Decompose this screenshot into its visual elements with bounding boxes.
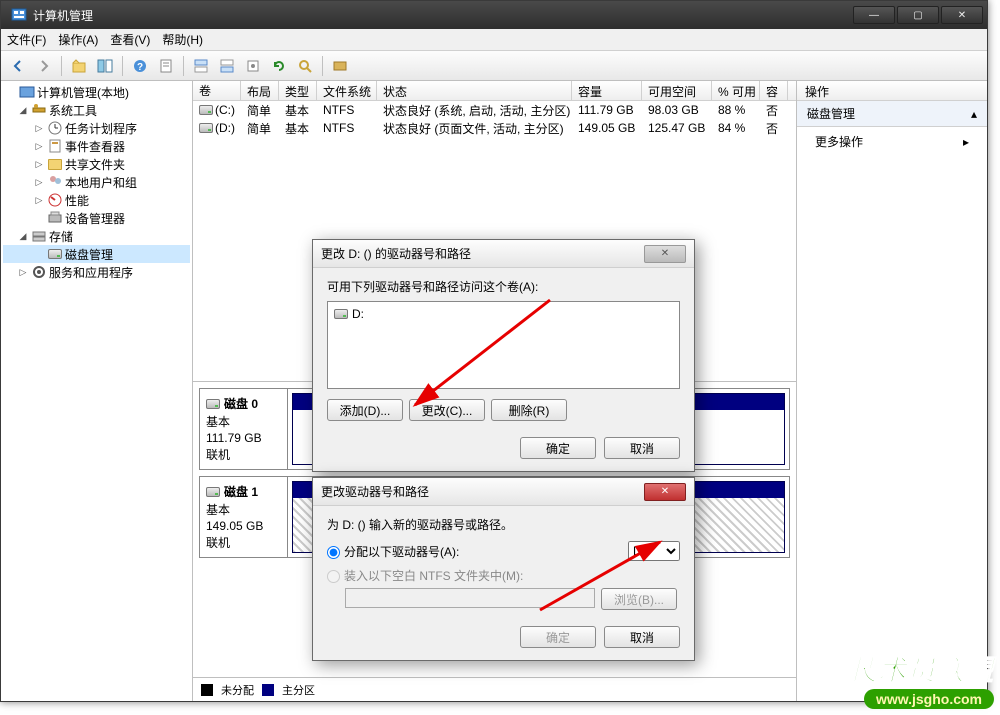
volume-row[interactable]: (D:) 简单 基本 NTFS 状态良好 (页面文件, 活动, 主分区) 149…: [193, 119, 796, 137]
maximize-button[interactable]: ▢: [897, 6, 939, 24]
mount-path-textbox[interactable]: [345, 588, 595, 608]
toolbar: ?: [1, 51, 987, 81]
back-button[interactable]: [7, 55, 29, 77]
remove-button[interactable]: 删除(R): [491, 399, 567, 421]
dialog1-instruction: 可用下列驱动器号和路径访问这个卷(A):: [327, 278, 680, 295]
col-type[interactable]: 类型: [279, 81, 317, 100]
dialog2-cancel-button[interactable]: 取消: [604, 626, 680, 648]
show-hide-tree-button[interactable]: [94, 55, 116, 77]
tree-storage[interactable]: ◢存储: [3, 227, 190, 245]
tree-root[interactable]: 计算机管理(本地): [3, 83, 190, 101]
col-fault[interactable]: 容: [760, 81, 788, 100]
mount-radio-label[interactable]: 装入以下空白 NTFS 文件夹中(M):: [327, 569, 523, 583]
col-capacity[interactable]: 容量: [572, 81, 642, 100]
properties-button[interactable]: [155, 55, 177, 77]
dialog1-close-button[interactable]: ✕: [644, 245, 686, 263]
chevron-right-icon: ▸: [963, 135, 969, 149]
tree-event-viewer[interactable]: ▷事件查看器: [3, 137, 190, 155]
change-letter-dialog: 更改驱动器号和路径 ✕ 为 D: () 输入新的驱动器号或路径。 分配以下驱动器…: [312, 477, 695, 661]
drive-icon: [199, 123, 213, 133]
titlebar: 计算机管理 — ▢ ✕: [1, 1, 987, 29]
menu-action[interactable]: 操作(A): [58, 31, 98, 48]
help-button[interactable]: ?: [129, 55, 151, 77]
app-icon: [11, 7, 27, 23]
svg-text:?: ?: [137, 62, 143, 73]
close-button[interactable]: ✕: [941, 6, 983, 24]
mount-folder-radio[interactable]: [327, 570, 340, 583]
volume-row[interactable]: (C:) 简单 基本 NTFS 状态良好 (系统, 启动, 活动, 主分区) 1…: [193, 101, 796, 119]
tree-services-apps[interactable]: ▷服务和应用程序: [3, 263, 190, 281]
col-layout[interactable]: 布局: [241, 81, 279, 100]
col-volume[interactable]: 卷: [193, 81, 241, 100]
tree-task-scheduler[interactable]: ▷任务计划程序: [3, 119, 190, 137]
volume-headers[interactable]: 卷 布局 类型 文件系统 状态 容量 可用空间 % 可用 容: [193, 81, 796, 101]
tree-disk-management[interactable]: 磁盘管理: [3, 245, 190, 263]
col-pct[interactable]: % 可用: [712, 81, 760, 100]
rescan-button[interactable]: [294, 55, 316, 77]
legend: 未分配 主分区: [193, 677, 796, 701]
collapse-icon: ▴: [971, 107, 977, 121]
dialog2-ok-button[interactable]: 确定: [520, 626, 596, 648]
assign-radio-label[interactable]: 分配以下驱动器号(A):: [327, 543, 459, 560]
actions-more[interactable]: 更多操作▸: [797, 127, 987, 156]
actions-section[interactable]: 磁盘管理▴: [797, 101, 987, 127]
add-button[interactable]: 添加(D)...: [327, 399, 403, 421]
change-drive-dialog: 更改 D: () 的驱动器号和路径 ✕ 可用下列驱动器号和路径访问这个卷(A):…: [312, 239, 695, 472]
dialog2-titlebar[interactable]: 更改驱动器号和路径 ✕: [313, 478, 694, 506]
dialog2-close-button[interactable]: ✕: [644, 483, 686, 501]
actions-pane: 操作 磁盘管理▴ 更多操作▸: [797, 81, 987, 701]
col-free[interactable]: 可用空间: [642, 81, 712, 100]
view-bottom-button[interactable]: [216, 55, 238, 77]
col-fs[interactable]: 文件系统: [317, 81, 377, 100]
dialog2-instruction: 为 D: () 输入新的驱动器号或路径。: [327, 516, 680, 533]
dialog1-titlebar[interactable]: 更改 D: () 的驱动器号和路径 ✕: [313, 240, 694, 268]
extra-button[interactable]: [329, 55, 351, 77]
window-title: 计算机管理: [33, 7, 853, 24]
actions-header: 操作: [797, 81, 987, 101]
dialog1-title: 更改 D: () 的驱动器号和路径: [321, 245, 471, 262]
menu-view[interactable]: 查看(V): [110, 31, 150, 48]
browse-button[interactable]: 浏览(B)...: [601, 588, 677, 610]
drive-icon: [199, 105, 213, 115]
assign-letter-radio[interactable]: [327, 546, 340, 559]
disk-info: 磁盘 0 基本 111.79 GB 联机: [200, 389, 288, 469]
disk-info: 磁盘 1 基本 149.05 GB 联机: [200, 477, 288, 557]
menu-help[interactable]: 帮助(H): [162, 31, 203, 48]
dialog1-cancel-button[interactable]: 取消: [604, 437, 680, 459]
refresh-button[interactable]: [268, 55, 290, 77]
disk-icon: [206, 399, 220, 409]
menu-file[interactable]: 文件(F): [7, 31, 46, 48]
change-button[interactable]: 更改(C)...: [409, 399, 485, 421]
settings-button[interactable]: [242, 55, 264, 77]
minimize-button[interactable]: —: [853, 6, 895, 24]
list-item[interactable]: D:: [332, 306, 675, 322]
forward-button[interactable]: [33, 55, 55, 77]
dialog1-ok-button[interactable]: 确定: [520, 437, 596, 459]
dialog2-title: 更改驱动器号和路径: [321, 483, 429, 500]
tree-device-manager[interactable]: 设备管理器: [3, 209, 190, 227]
tree-shared-folders[interactable]: ▷共享文件夹: [3, 155, 190, 173]
volume-rows: (C:) 简单 基本 NTFS 状态良好 (系统, 启动, 活动, 主分区) 1…: [193, 101, 796, 137]
legend-swatch-primary: [262, 684, 274, 696]
legend-swatch-unallocated: [201, 684, 213, 696]
col-status[interactable]: 状态: [377, 81, 572, 100]
drive-letter-listbox[interactable]: D:: [327, 301, 680, 389]
disk-icon: [206, 487, 220, 497]
tree-system-tools[interactable]: ◢系统工具: [3, 101, 190, 119]
drive-letter-combo[interactable]: D: [628, 541, 680, 561]
menubar: 文件(F) 操作(A) 查看(V) 帮助(H): [1, 29, 987, 51]
drive-icon: [334, 309, 348, 319]
view-top-button[interactable]: [190, 55, 212, 77]
up-button[interactable]: [68, 55, 90, 77]
tree-local-users[interactable]: ▷本地用户和组: [3, 173, 190, 191]
tree-performance[interactable]: ▷性能: [3, 191, 190, 209]
tree-pane[interactable]: 计算机管理(本地) ◢系统工具 ▷任务计划程序 ▷事件查看器 ▷共享文件夹 ▷本…: [1, 81, 193, 701]
